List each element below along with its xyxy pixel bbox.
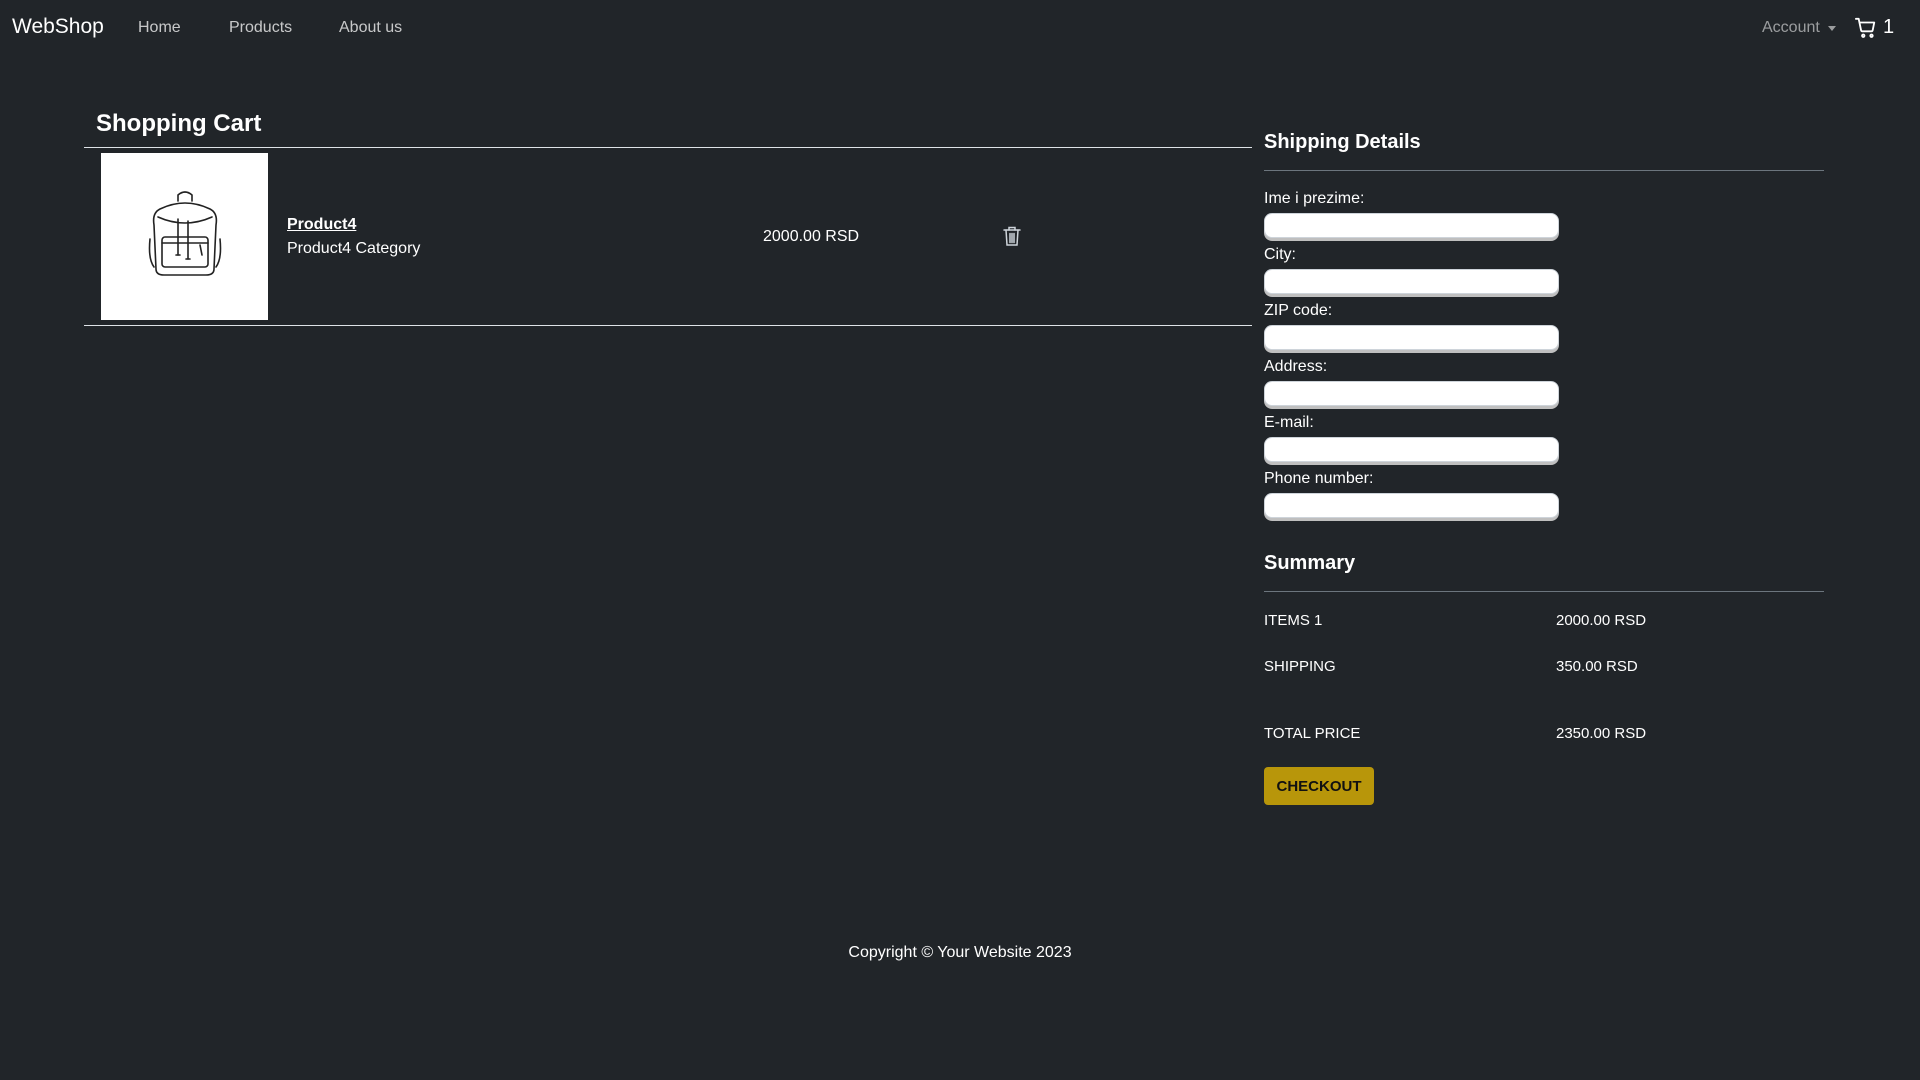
product-name-link[interactable]: Product4 [287, 216, 356, 234]
cart-title: Shopping Cart [96, 110, 262, 137]
summary-shipping-label: SHIPPING [1264, 658, 1336, 675]
checkout-button[interactable]: CHECKOUT [1264, 767, 1374, 805]
summary-items-label: ITEMS 1 [1264, 612, 1323, 629]
address-input[interactable] [1264, 381, 1559, 406]
cart-divider-top [84, 147, 1252, 148]
trash-icon[interactable] [1003, 225, 1021, 252]
brand-logo[interactable]: WebShop [12, 15, 104, 39]
address-label: Address: [1264, 358, 1328, 375]
phone-input[interactable] [1264, 493, 1559, 518]
account-label: Account [1762, 19, 1820, 36]
shipping-details-title: Shipping Details [1264, 131, 1421, 153]
product-price: 2000.00 RSD [763, 228, 860, 245]
nav-home[interactable]: Home [138, 19, 181, 37]
account-dropdown[interactable]: Account [1762, 19, 1836, 37]
summary-total-label: TOTAL PRICE [1264, 725, 1361, 742]
name-label: Ime i prezime: [1264, 190, 1365, 207]
phone-label: Phone number: [1264, 470, 1374, 487]
cart-link[interactable]: 1 [1855, 16, 1894, 39]
summary-shipping-value: 350.00 RSD [1556, 658, 1638, 675]
footer-copyright: Copyright © Your Website 2023 [848, 944, 1072, 961]
cart-divider-bottom [84, 325, 1252, 326]
zip-label: ZIP code: [1264, 302, 1333, 319]
city-label: City: [1264, 246, 1296, 263]
product-category: Product4 Category [287, 240, 421, 257]
nav-about-us[interactable]: About us [339, 19, 402, 37]
backpack-icon [148, 190, 221, 276]
city-input[interactable] [1264, 269, 1559, 294]
email-label: E-mail: [1264, 414, 1314, 431]
shipping-divider [1264, 170, 1824, 171]
email-input[interactable] [1264, 437, 1559, 462]
product-image[interactable] [101, 153, 268, 320]
summary-total-value: 2350.00 RSD [1556, 725, 1647, 742]
caret-down-icon [1827, 25, 1836, 31]
nav-products[interactable]: Products [229, 19, 292, 37]
zip-input[interactable] [1264, 325, 1559, 350]
summary-items-value: 2000.00 RSD [1556, 612, 1647, 629]
name-input[interactable] [1264, 213, 1559, 238]
summary-title: Summary [1264, 552, 1356, 574]
shopping-cart-icon [1855, 17, 1876, 38]
cart-count-badge: 1 [1883, 16, 1895, 38]
summary-divider [1264, 591, 1824, 592]
top-navbar: WebShop Home Products About us Account 1 [0, 0, 1920, 56]
